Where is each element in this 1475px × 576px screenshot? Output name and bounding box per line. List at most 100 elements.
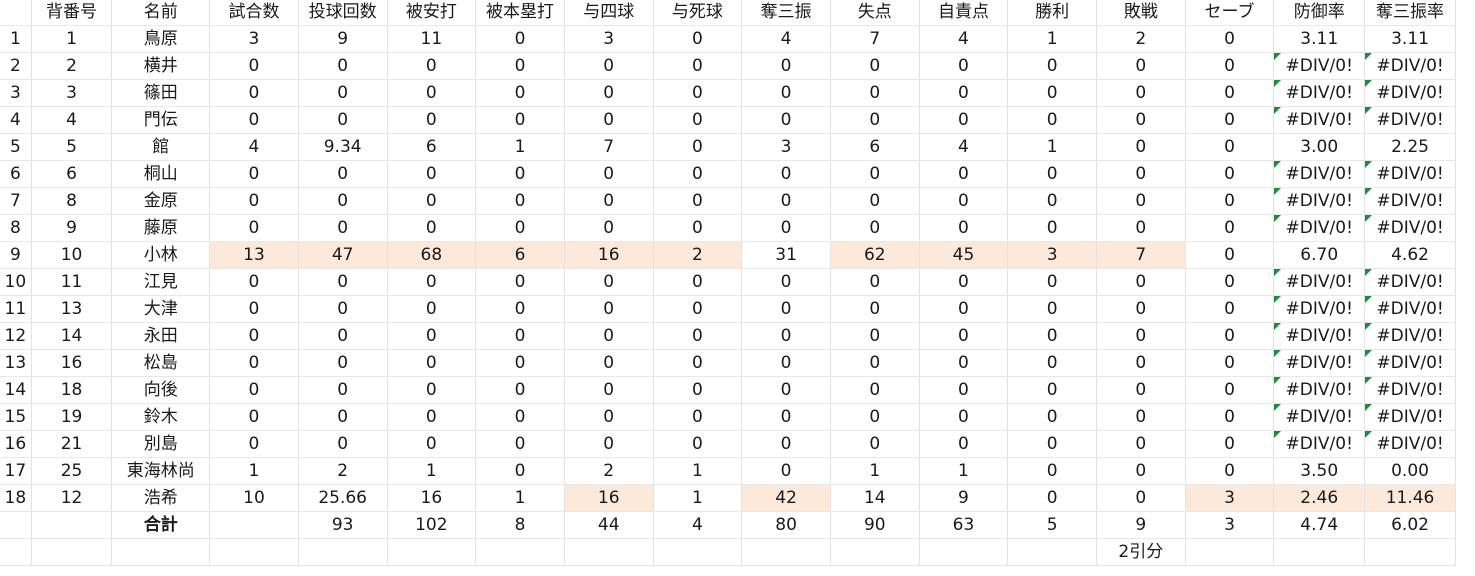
cell-games[interactable]: 0: [209, 106, 299, 134]
cell-runs-allowed[interactable]: 1: [830, 457, 920, 485]
cell-strikeouts[interactable]: 奪三振: [741, 0, 831, 26]
cell-innings-pitched[interactable]: 9.34: [298, 133, 388, 161]
cell-wins[interactable]: 0: [1007, 52, 1097, 80]
cell-strikeouts[interactable]: 4: [741, 25, 831, 53]
cell-runs-allowed[interactable]: 0: [830, 160, 920, 188]
cell-strikeout-rate-error[interactable]: #DIV/0!: [1364, 322, 1456, 350]
cell-saves[interactable]: 0: [1185, 376, 1275, 404]
cell-walks[interactable]: 与四球: [564, 0, 654, 26]
cell-walks[interactable]: 0: [564, 52, 654, 80]
cell-uniform-number[interactable]: 6: [31, 160, 113, 188]
cell-strikeout-rate-error[interactable]: #DIV/0!: [1364, 79, 1456, 107]
cell-strikeout-rate[interactable]: 6.02: [1364, 511, 1456, 539]
cell-wins[interactable]: [1007, 538, 1097, 566]
cell-hit-by-pitch[interactable]: 1: [653, 484, 743, 512]
cell-walks[interactable]: 0: [564, 430, 654, 458]
cell-strikeout-rate[interactable]: [1364, 538, 1456, 566]
cell-earned-runs[interactable]: 0: [919, 349, 1009, 377]
cell-saves[interactable]: 0: [1185, 457, 1275, 485]
cell-strikeouts[interactable]: 80: [741, 511, 831, 539]
cell-hit-by-pitch[interactable]: [653, 538, 743, 566]
cell-hits-allowed[interactable]: 0: [387, 79, 477, 107]
cell-era[interactable]: 3.11: [1273, 25, 1366, 53]
cell-losses[interactable]: 9: [1096, 511, 1186, 539]
cell-era[interactable]: [1273, 538, 1366, 566]
cell-uniform-number[interactable]: 14: [31, 322, 113, 350]
cell-uniform-number[interactable]: 4: [31, 106, 113, 134]
cell-hit-by-pitch[interactable]: 0: [653, 79, 743, 107]
cell-hits-allowed[interactable]: 11: [387, 25, 477, 53]
cell-saves[interactable]: 0: [1185, 133, 1275, 161]
cell-games[interactable]: 4: [209, 133, 299, 161]
cell-hit-by-pitch[interactable]: 0: [653, 52, 743, 80]
cell-uniform-number[interactable]: 13: [31, 295, 113, 323]
cell-walks[interactable]: 16: [564, 484, 654, 512]
cell-uniform-number[interactable]: 10: [31, 241, 113, 269]
cell-walks[interactable]: 0: [564, 79, 654, 107]
cell-wins[interactable]: 0: [1007, 187, 1097, 215]
cell-saves[interactable]: 3: [1185, 511, 1275, 539]
cell-strikeout-rate-error[interactable]: #DIV/0!: [1364, 349, 1456, 377]
cell-wins[interactable]: 勝利: [1007, 0, 1097, 26]
cell-home-runs-allowed[interactable]: 0: [475, 52, 565, 80]
cell-name[interactable]: 名前: [111, 0, 211, 26]
cell-innings-pitched[interactable]: 25.66: [298, 484, 388, 512]
cell-hit-by-pitch[interactable]: 0: [653, 187, 743, 215]
cell-runs-allowed[interactable]: 90: [830, 511, 920, 539]
cell-strikeout-rate-error[interactable]: #DIV/0!: [1364, 52, 1456, 80]
cell-wins[interactable]: 0: [1007, 376, 1097, 404]
cell-hits-allowed[interactable]: 0: [387, 403, 477, 431]
cell-earned-runs[interactable]: 0: [919, 322, 1009, 350]
cell-saves[interactable]: 3: [1185, 484, 1275, 512]
cell-uniform-number[interactable]: 5: [31, 133, 113, 161]
cell-runs-allowed[interactable]: 0: [830, 322, 920, 350]
cell-hit-by-pitch[interactable]: 0: [653, 322, 743, 350]
cell-losses[interactable]: 2: [1096, 25, 1186, 53]
cell-uniform-number[interactable]: 16: [31, 349, 113, 377]
cell-losses[interactable]: 0: [1096, 403, 1186, 431]
cell-row-number[interactable]: 13: [0, 349, 32, 377]
cell-uniform-number[interactable]: 21: [31, 430, 113, 458]
cell-hit-by-pitch[interactable]: 0: [653, 106, 743, 134]
cell-name[interactable]: 篠田: [111, 79, 211, 107]
cell-earned-runs[interactable]: 0: [919, 430, 1009, 458]
cell-losses[interactable]: 0: [1096, 349, 1186, 377]
cell-home-runs-allowed[interactable]: 6: [475, 241, 565, 269]
cell-row-number[interactable]: 2: [0, 52, 32, 80]
cell-losses[interactable]: 0: [1096, 295, 1186, 323]
cell-runs-allowed[interactable]: 0: [830, 79, 920, 107]
cell-home-runs-allowed[interactable]: 0: [475, 430, 565, 458]
cell-wins[interactable]: 1: [1007, 133, 1097, 161]
cell-earned-runs[interactable]: 45: [919, 241, 1009, 269]
cell-strikeout-rate[interactable]: 奪三振率: [1364, 0, 1456, 26]
cell-home-runs-allowed[interactable]: 0: [475, 376, 565, 404]
cell-strikeouts[interactable]: 0: [741, 403, 831, 431]
cell-strikeout-rate-error[interactable]: #DIV/0!: [1364, 187, 1456, 215]
cell-name[interactable]: 鈴木: [111, 403, 211, 431]
cell-row-number[interactable]: [0, 538, 32, 566]
cell-hit-by-pitch[interactable]: 0: [653, 376, 743, 404]
cell-hit-by-pitch[interactable]: 1: [653, 457, 743, 485]
cell-hits-allowed[interactable]: 102: [387, 511, 477, 539]
cell-earned-runs[interactable]: 0: [919, 52, 1009, 80]
cell-runs-allowed[interactable]: 0: [830, 403, 920, 431]
cell-hits-allowed[interactable]: 0: [387, 430, 477, 458]
cell-era[interactable]: 3.50: [1273, 457, 1366, 485]
cell-row-number[interactable]: [0, 511, 32, 539]
cell-losses[interactable]: 0: [1096, 187, 1186, 215]
cell-row-number[interactable]: 16: [0, 430, 32, 458]
cell-runs-allowed[interactable]: 0: [830, 376, 920, 404]
cell-saves[interactable]: 0: [1185, 187, 1275, 215]
cell-strikeouts[interactable]: 31: [741, 241, 831, 269]
cell-earned-runs[interactable]: 0: [919, 295, 1009, 323]
cell-row-number[interactable]: [0, 0, 32, 26]
cell-games[interactable]: 0: [209, 214, 299, 242]
cell-name[interactable]: 鳥原: [111, 25, 211, 53]
cell-games[interactable]: 0: [209, 79, 299, 107]
cell-home-runs-allowed[interactable]: 1: [475, 133, 565, 161]
cell-era-error[interactable]: #DIV/0!: [1273, 214, 1366, 242]
cell-wins[interactable]: 0: [1007, 79, 1097, 107]
cell-earned-runs[interactable]: 0: [919, 214, 1009, 242]
cell-innings-pitched[interactable]: 0: [298, 430, 388, 458]
cell-home-runs-allowed[interactable]: 1: [475, 484, 565, 512]
